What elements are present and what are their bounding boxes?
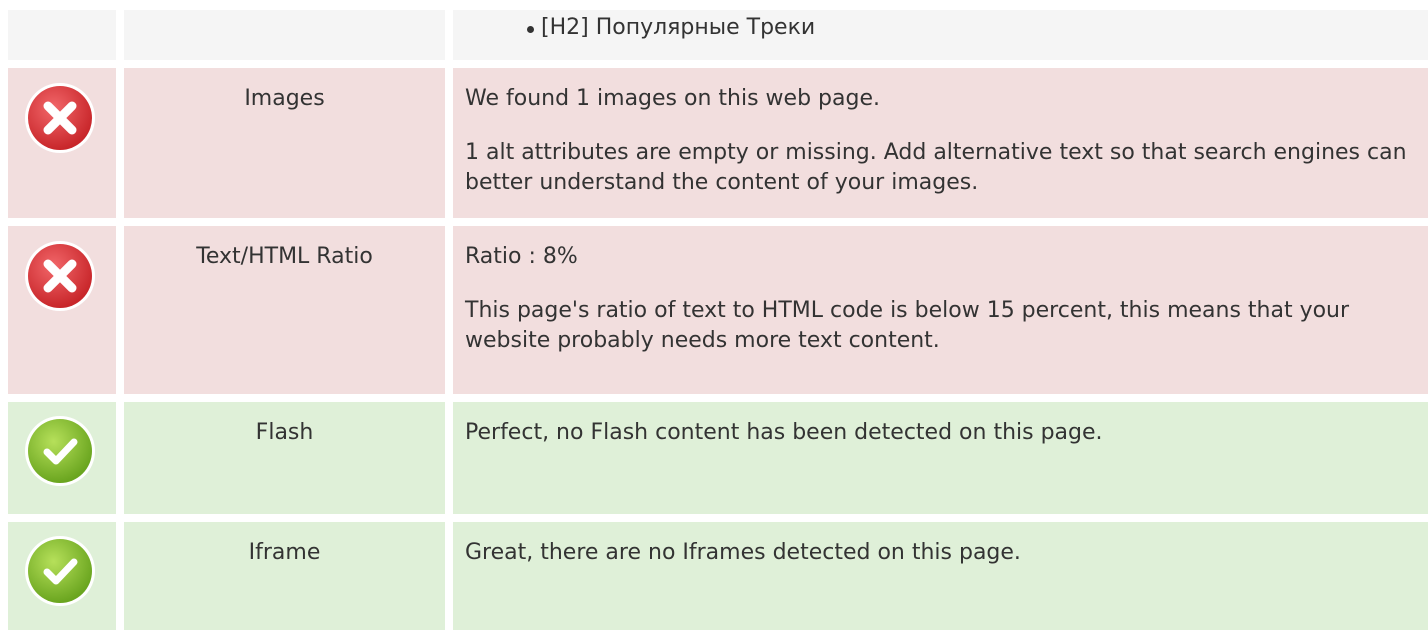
status-cell xyxy=(8,522,116,630)
heading-list-item: [H2] Популярные Треки xyxy=(527,13,1428,43)
flash-label: Flash xyxy=(124,402,445,514)
ratio-description-text: This page's ratio of text to HTML code i… xyxy=(465,298,1350,353)
images-label: Images xyxy=(124,68,445,218)
seo-report-table: [H2] Популярные Треки Images We found 1 … xyxy=(0,0,1428,630)
status-cell xyxy=(8,402,116,514)
status-cell xyxy=(8,226,116,394)
status-cell xyxy=(8,10,116,60)
images-alt-text: 1 alt attributes are empty or missing. A… xyxy=(465,140,1407,195)
headings-list: [H2] Популярные Треки xyxy=(453,13,1428,43)
success-check-icon xyxy=(23,414,97,488)
flash-content: Perfect, no Flash content has been detec… xyxy=(453,402,1428,514)
text-html-ratio-row: Text/HTML Ratio Ratio : 8% This page's r… xyxy=(0,226,1428,394)
error-x-icon xyxy=(23,81,97,155)
content-cell: [H2] Популярные Треки xyxy=(453,10,1428,60)
ratio-value-text: Ratio : 8% xyxy=(465,244,578,269)
iframe-label: Iframe xyxy=(124,522,445,630)
images-content: We found 1 images on this web page. 1 al… xyxy=(453,68,1428,218)
flash-row: Flash Perfect, no Flash content has been… xyxy=(0,402,1428,514)
label-cell xyxy=(124,10,445,60)
error-x-icon xyxy=(23,239,97,313)
iframe-content: Great, there are no Iframes detected on … xyxy=(453,522,1428,630)
headings-row: [H2] Популярные Треки xyxy=(0,10,1428,60)
text-html-ratio-label: Text/HTML Ratio xyxy=(124,226,445,394)
status-cell xyxy=(8,68,116,218)
flash-status-text: Perfect, no Flash content has been detec… xyxy=(465,420,1103,445)
success-check-icon xyxy=(23,534,97,608)
text-html-ratio-content: Ratio : 8% This page's ratio of text to … xyxy=(453,226,1428,394)
images-count-text: We found 1 images on this web page. xyxy=(465,86,880,111)
iframe-status-text: Great, there are no Iframes detected on … xyxy=(465,540,1021,565)
images-row: Images We found 1 images on this web pag… xyxy=(0,68,1428,218)
iframe-row: Iframe Great, there are no Iframes detec… xyxy=(0,522,1428,630)
